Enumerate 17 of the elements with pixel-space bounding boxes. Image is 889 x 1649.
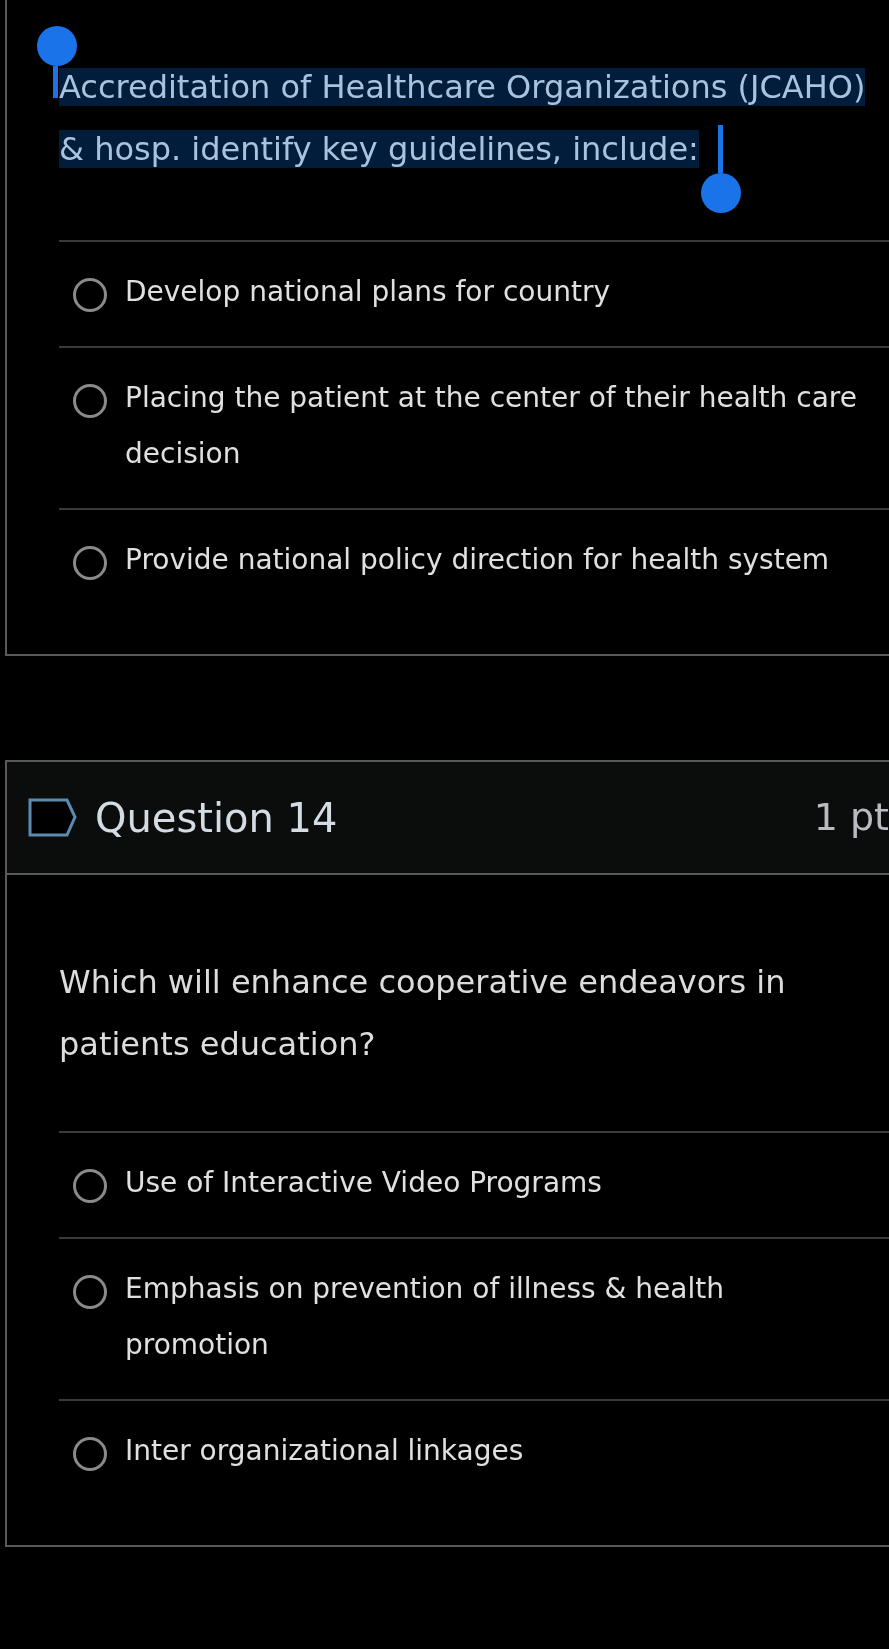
- radio-button[interactable]: [73, 1437, 107, 1471]
- question-points: 1 pt: [813, 794, 889, 841]
- selection-handle[interactable]: [700, 125, 741, 213]
- radio-button[interactable]: [73, 1275, 107, 1309]
- question-text: Which will enhance cooperative endeavors in patients education?: [59, 962, 787, 1065]
- radio-button[interactable]: [73, 278, 107, 312]
- answer-label[interactable]: Use of Interactive Video Programs: [125, 1155, 622, 1211]
- answer-label[interactable]: Inter organizational linkages: [125, 1423, 544, 1479]
- radio-button[interactable]: [73, 384, 107, 418]
- answer-label[interactable]: Provide national policy direction for health system: [125, 532, 850, 588]
- answer-label[interactable]: Emphasis on prevention of illness & health promotion: [125, 1261, 889, 1373]
- radio-button[interactable]: [73, 546, 107, 580]
- question-title: Question 14: [95, 793, 338, 843]
- answer-label[interactable]: Placing the patient at the center of their health care decision: [125, 370, 889, 482]
- answer-label[interactable]: Develop national plans for country: [125, 264, 630, 320]
- flag-icon[interactable]: [27, 796, 79, 839]
- radio-button[interactable]: [73, 1169, 107, 1203]
